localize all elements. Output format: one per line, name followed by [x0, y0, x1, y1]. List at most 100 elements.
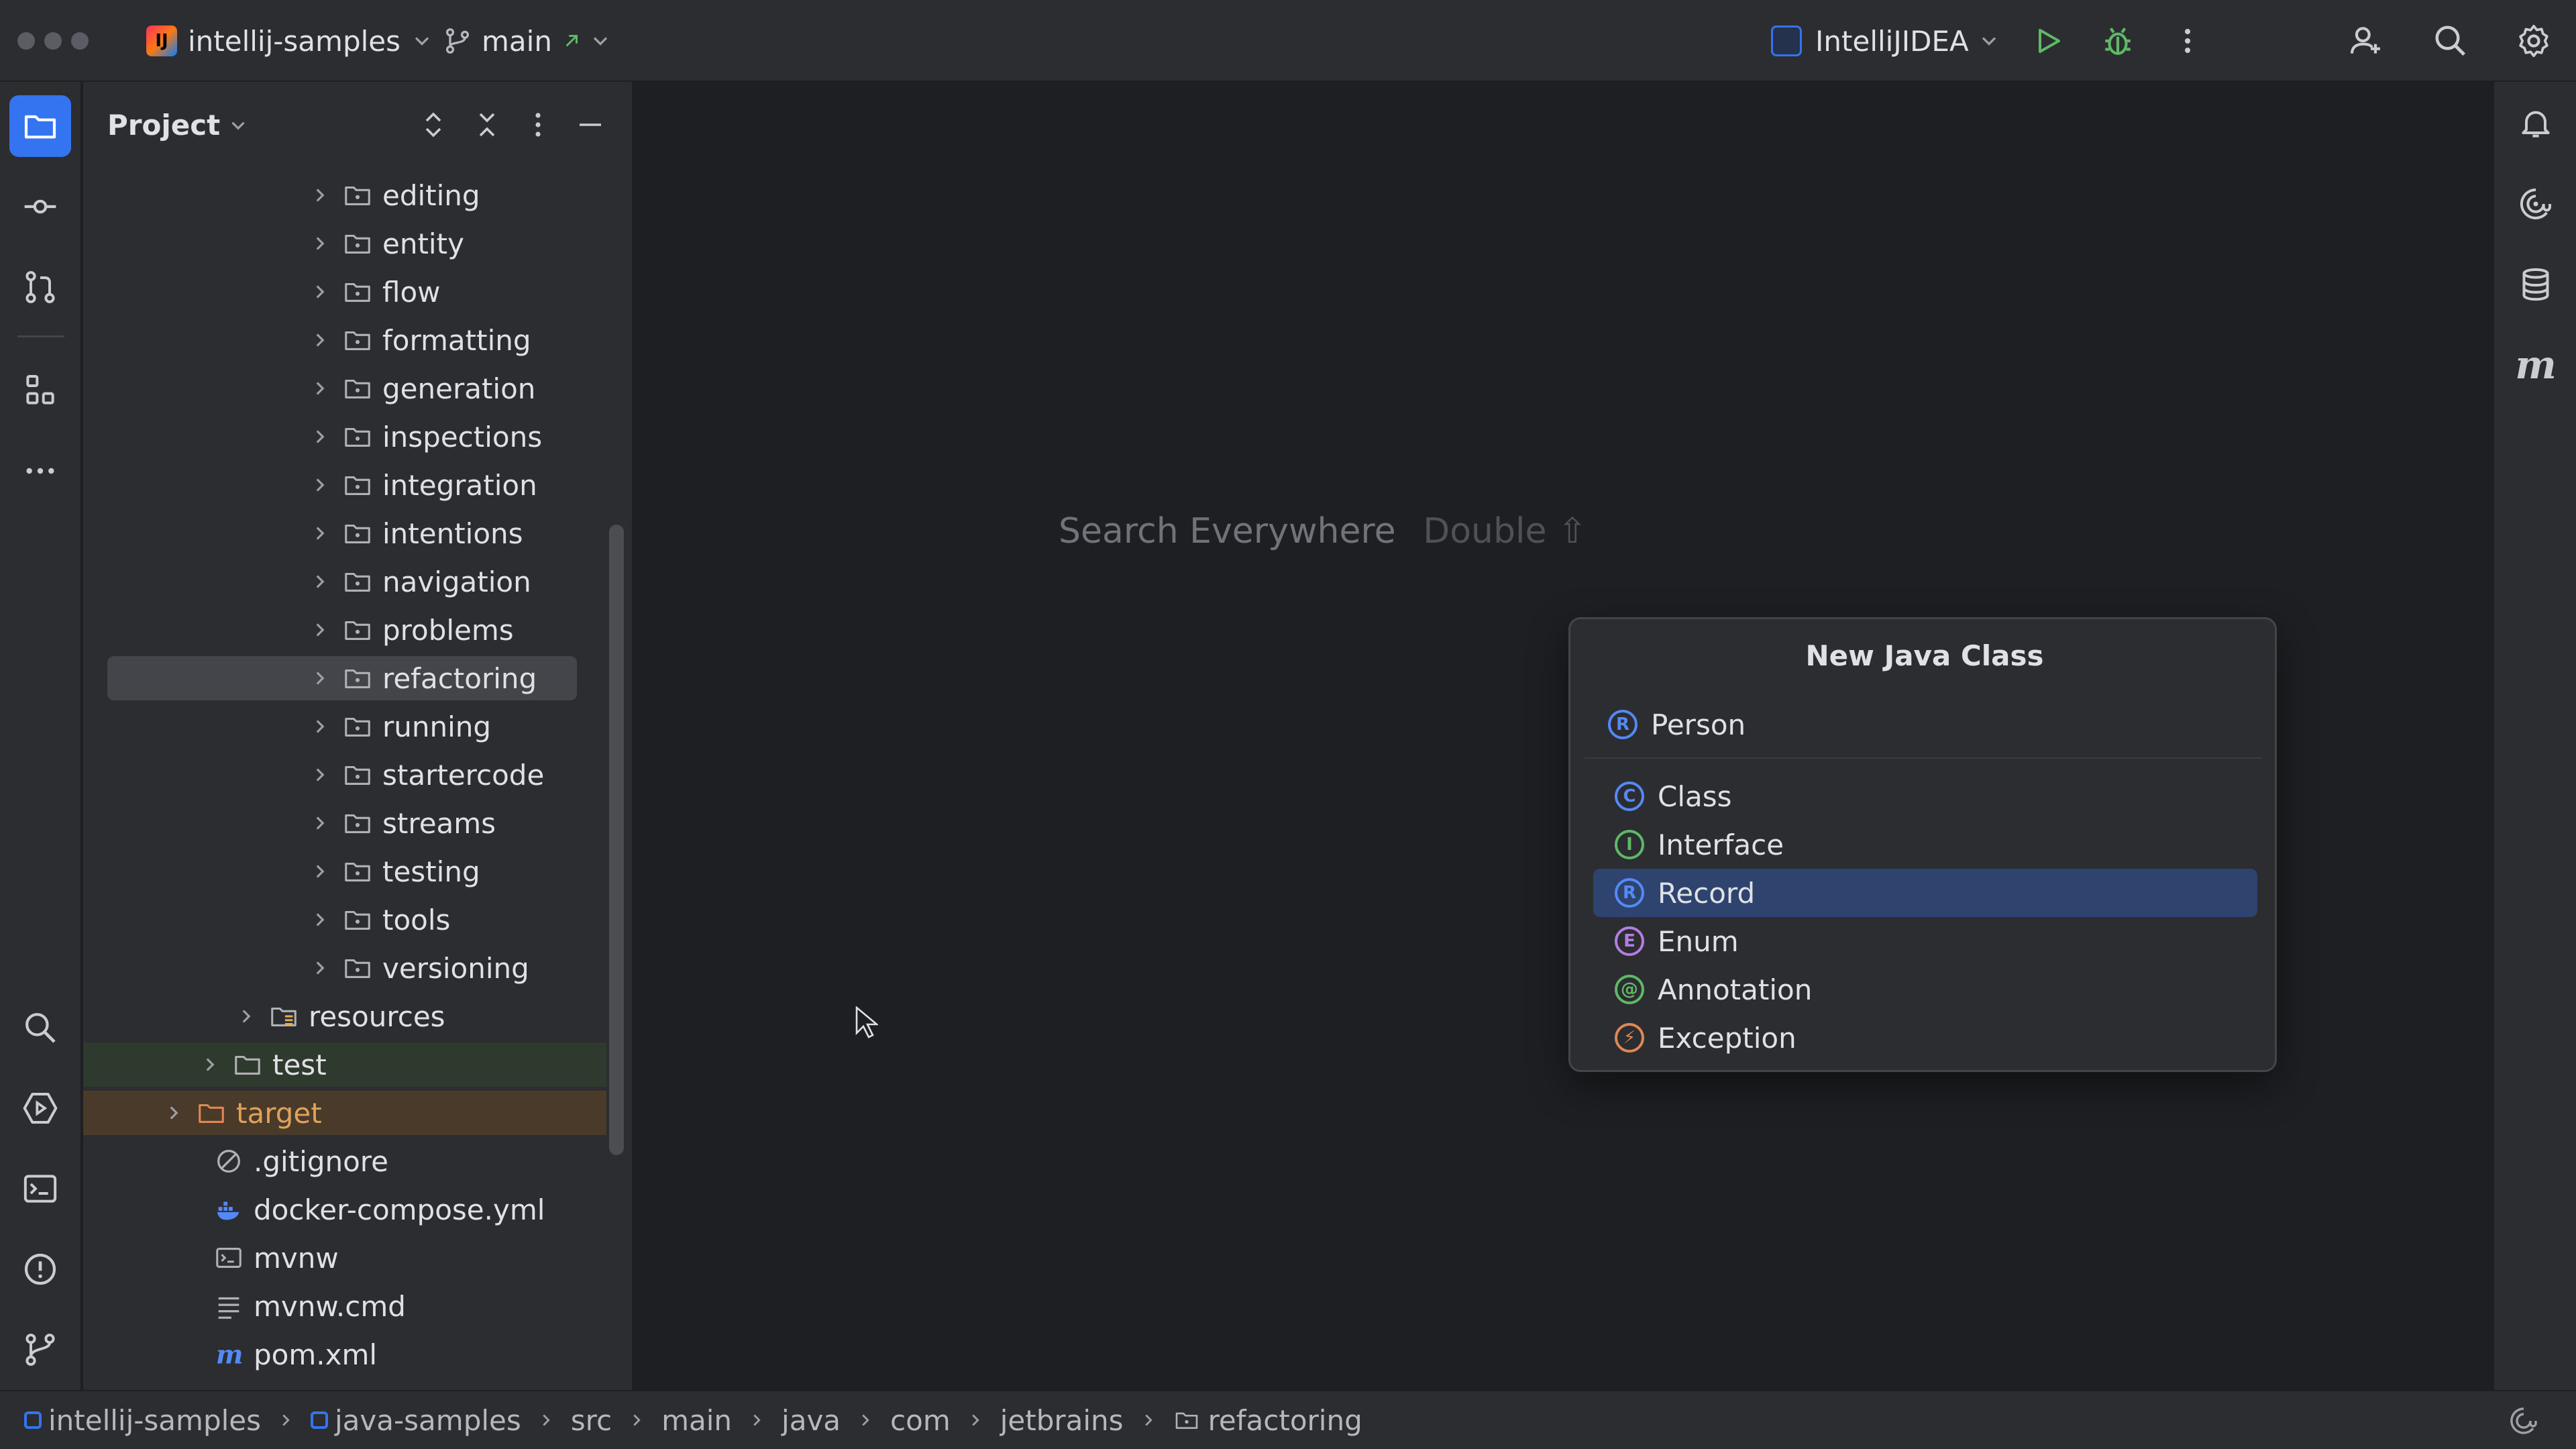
database-button[interactable]: [2505, 254, 2567, 315]
chevron-right-icon[interactable]: [309, 232, 331, 255]
chevron-right-icon[interactable]: [309, 957, 331, 979]
project-selector[interactable]: IJ intellij-samples: [146, 20, 434, 62]
tree-item-label: intentions: [382, 517, 523, 550]
breadcrumb-item-intellij-samples[interactable]: intellij-samples: [24, 1404, 261, 1437]
breadcrumb-item-java-samples[interactable]: java-samples: [311, 1404, 521, 1437]
tree-item-generation[interactable]: generation: [83, 366, 606, 411]
git-tool-button[interactable]: [9, 1319, 71, 1381]
chevron-right-icon[interactable]: [309, 763, 331, 786]
tree-item-pom-xml[interactable]: m pom.xml: [83, 1332, 606, 1377]
zoom-window-button[interactable]: [71, 32, 89, 50]
kind-option-enum[interactable]: E Enum: [1593, 917, 2257, 965]
tree-item-gitignore[interactable]: .gitignore: [83, 1139, 606, 1183]
structure-tool-button[interactable]: [9, 360, 71, 421]
tree-item-intentions[interactable]: intentions: [83, 511, 606, 555]
search-everywhere-button[interactable]: [2428, 19, 2473, 63]
tree-item-mvnw-cmd[interactable]: mvnw.cmd: [83, 1284, 606, 1328]
breadcrumb-item-jetbrains[interactable]: jetbrains: [1000, 1404, 1124, 1437]
tree-item-refactoring[interactable]: refactoring: [107, 656, 577, 700]
breadcrumb-item-java[interactable]: java: [782, 1404, 841, 1437]
minimize-window-button[interactable]: [44, 32, 62, 50]
chevron-right-icon: [862, 1414, 869, 1426]
tree-item-docker-compose-yml[interactable]: docker-compose.yml: [83, 1187, 606, 1232]
branch-selector[interactable]: main: [443, 20, 612, 62]
more-actions-button[interactable]: [2165, 19, 2210, 63]
tree-item-tools[interactable]: tools: [83, 898, 606, 942]
more-tool-windows-button[interactable]: [9, 440, 71, 502]
tree-item-test[interactable]: test: [83, 1042, 606, 1087]
pull-requests-tool-button[interactable]: [9, 256, 71, 318]
kind-option-label: Enum: [1658, 924, 1739, 958]
chevron-right-icon[interactable]: [162, 1102, 185, 1124]
tree-item-target[interactable]: target: [83, 1091, 606, 1135]
breadcrumb-item-com[interactable]: com: [890, 1404, 951, 1437]
project-view-selector[interactable]: Project: [107, 109, 250, 142]
tree-item-entity[interactable]: entity: [83, 221, 606, 266]
tree-item-problems[interactable]: problems: [83, 608, 606, 652]
options-icon[interactable]: [522, 109, 554, 141]
tree-item-label: formatting: [382, 323, 531, 357]
tree-item-startercode[interactable]: startercode: [83, 753, 606, 797]
close-window-button[interactable]: [17, 32, 35, 50]
collapse-all-icon[interactable]: [471, 109, 503, 141]
notifications-button[interactable]: [2505, 93, 2567, 154]
kind-option-class[interactable]: C Class: [1593, 772, 2257, 820]
kind-option-interface[interactable]: I Interface: [1593, 820, 2257, 869]
tree-item-mvnw[interactable]: mvnw: [83, 1236, 606, 1280]
chevron-right-icon[interactable]: [199, 1053, 221, 1076]
chevron-right-icon[interactable]: [309, 474, 331, 496]
tree-item-label: flow: [382, 275, 441, 309]
chevron-right-icon[interactable]: [309, 908, 331, 931]
chevron-right-icon[interactable]: [309, 667, 331, 690]
breadcrumb-item-main[interactable]: main: [661, 1404, 732, 1437]
kind-option-record[interactable]: R Record: [1593, 869, 2257, 917]
maven-button[interactable]: m: [2505, 334, 2567, 396]
tree-item-formatting[interactable]: formatting: [83, 318, 606, 362]
chevron-right-icon[interactable]: [309, 522, 331, 545]
chevron-right-icon[interactable]: [309, 280, 331, 303]
services-tool-button[interactable]: [9, 1077, 71, 1139]
tree-item-streams[interactable]: streams: [83, 801, 606, 845]
breadcrumb-item-refactoring[interactable]: refactoring: [1173, 1404, 1362, 1437]
settings-button[interactable]: [2512, 19, 2556, 63]
project-tree-scrollbar[interactable]: [609, 525, 624, 1155]
chevron-right-icon[interactable]: [309, 425, 331, 448]
hide-icon[interactable]: [574, 109, 606, 141]
class-name-input[interactable]: R Person: [1608, 702, 1746, 747]
debug-button[interactable]: [2096, 19, 2140, 63]
chevron-right-icon[interactable]: [309, 619, 331, 641]
ai-status-icon[interactable]: [2508, 1405, 2540, 1437]
chevron-right-icon[interactable]: [309, 184, 331, 207]
project-tool-button[interactable]: [9, 95, 71, 157]
tree-item-versioning[interactable]: versioning: [83, 946, 606, 990]
tree-item-editing[interactable]: editing: [83, 173, 606, 217]
chevron-right-icon[interactable]: [235, 1005, 258, 1028]
chevron-down-icon: [1982, 37, 1996, 46]
chevron-right-icon[interactable]: [309, 812, 331, 835]
kind-option-annotation[interactable]: @ Annotation: [1593, 965, 2257, 1014]
tree-item-integration[interactable]: integration: [83, 463, 606, 507]
tree-item-navigation[interactable]: navigation: [83, 559, 606, 604]
run-button[interactable]: [2026, 19, 2070, 63]
commit-tool-button[interactable]: [9, 176, 71, 237]
expand-all-icon[interactable]: [417, 109, 449, 141]
status-bar: intellij-samples java-samples src main java c…: [0, 1390, 2576, 1449]
tree-item-resources[interactable]: resources: [83, 994, 606, 1038]
problems-tool-button[interactable]: [9, 1238, 71, 1300]
tree-item-inspections[interactable]: inspections: [83, 415, 606, 459]
find-tool-button[interactable]: [9, 997, 71, 1059]
chevron-right-icon[interactable]: [309, 570, 331, 593]
chevron-right-icon[interactable]: [309, 715, 331, 738]
chevron-right-icon[interactable]: [309, 377, 331, 400]
code-with-me-button[interactable]: [2344, 19, 2388, 63]
ai-assistant-button[interactable]: [2505, 173, 2567, 235]
tree-item-testing[interactable]: testing: [83, 849, 606, 894]
kind-option-exception[interactable]: ⚡ Exception: [1593, 1014, 2257, 1062]
terminal-tool-button[interactable]: [9, 1158, 71, 1220]
run-config-selector[interactable]: IntelliJIDEA: [1771, 20, 2001, 62]
tree-item-flow[interactable]: flow: [83, 270, 606, 314]
tree-item-running[interactable]: running: [83, 704, 606, 749]
breadcrumb-item-src[interactable]: src: [571, 1404, 612, 1437]
chevron-right-icon[interactable]: [309, 329, 331, 352]
chevron-right-icon[interactable]: [309, 860, 331, 883]
